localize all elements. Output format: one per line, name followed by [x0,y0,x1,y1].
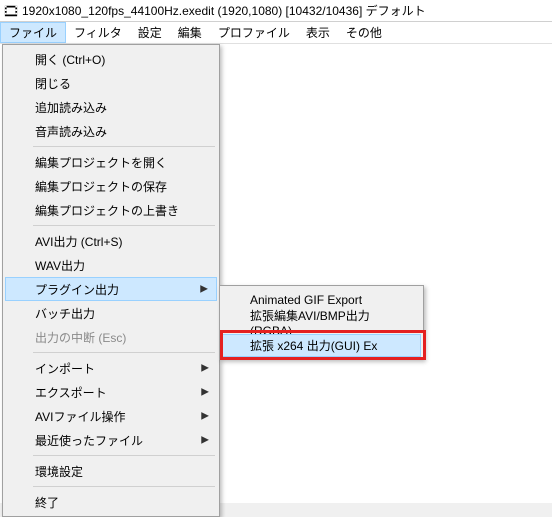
menu-profile[interactable]: プロファイル [210,22,298,43]
file-menu-import[interactable]: インポート ▶ [5,356,217,380]
chevron-right-icon: ▶ [201,435,209,446]
file-menu-audio-read[interactable]: 音声読み込み [5,119,217,143]
file-menu-abort-output: 出力の中断 (Esc) [5,325,217,349]
plugin-out-submenu: Animated GIF Export 拡張編集AVI/BMP出力 (RGBA)… [219,285,424,360]
file-menu-overwrite-proj[interactable]: 編集プロジェクトの上書き [5,198,217,222]
menu-bar: ファイル フィルタ 設定 編集 プロファイル 表示 その他 [0,22,552,44]
chevron-right-icon: ▶ [201,387,209,398]
menu-separator [33,146,215,147]
file-menu-wav-out[interactable]: WAV出力 [5,253,217,277]
file-menu-open[interactable]: 開く (Ctrl+O) [5,47,217,71]
menu-view[interactable]: 表示 [298,22,338,43]
file-menu-recent-files-label: 最近使ったファイル [35,432,143,449]
file-menu-exit[interactable]: 終了 [5,490,217,514]
aviutl-icon [4,4,18,18]
file-menu-avi-file-ops[interactable]: AVIファイル操作 ▶ [5,404,217,428]
menu-separator [33,486,215,487]
menu-other[interactable]: その他 [338,22,390,43]
file-menu-export-label: エクスポート [35,384,107,401]
file-menu-plugin-out-label: プラグイン出力 [35,281,119,298]
file-menu-batch-out[interactable]: バッチ出力 [5,301,217,325]
file-menu-import-label: インポート [35,360,95,377]
file-menu-avi-out[interactable]: AVI出力 (Ctrl+S) [5,229,217,253]
file-menu-dropdown: 開く (Ctrl+O) 閉じる 追加読み込み 音声読み込み 編集プロジェクトを開… [2,44,220,517]
menu-separator [33,352,215,353]
menu-edit[interactable]: 編集 [170,22,210,43]
file-menu-export[interactable]: エクスポート ▶ [5,380,217,404]
menu-separator [33,455,215,456]
file-menu-recent-files[interactable]: 最近使ったファイル ▶ [5,428,217,452]
chevron-right-icon: ▶ [200,284,208,295]
menu-setting[interactable]: 設定 [130,22,170,43]
file-menu-close[interactable]: 閉じる [5,71,217,95]
file-menu-append-read[interactable]: 追加読み込み [5,95,217,119]
menu-filter[interactable]: フィルタ [66,22,130,43]
menu-separator [33,225,215,226]
window-title: 1920x1080_120fps_44100Hz.exedit (1920,10… [22,2,426,19]
client-area: 開く (Ctrl+O) 閉じる 追加読み込み 音声読み込み 編集プロジェクトを開… [0,44,552,503]
chevron-right-icon: ▶ [201,411,209,422]
title-bar: 1920x1080_120fps_44100Hz.exedit (1920,10… [0,0,552,22]
submenu-ext-avi-bmp[interactable]: 拡張編集AVI/BMP出力 (RGBA) [222,311,421,334]
file-menu-avi-file-ops-label: AVIファイル操作 [35,408,125,425]
menu-file[interactable]: ファイル [0,22,66,43]
file-menu-env-settings[interactable]: 環境設定 [5,459,217,483]
submenu-x264-gui-ex[interactable]: 拡張 x264 出力(GUI) Ex [222,334,421,357]
chevron-right-icon: ▶ [201,363,209,374]
file-menu-plugin-out[interactable]: プラグイン出力 ▶ [5,277,217,301]
file-menu-open-project[interactable]: 編集プロジェクトを開く [5,150,217,174]
file-menu-save-project[interactable]: 編集プロジェクトの保存 [5,174,217,198]
